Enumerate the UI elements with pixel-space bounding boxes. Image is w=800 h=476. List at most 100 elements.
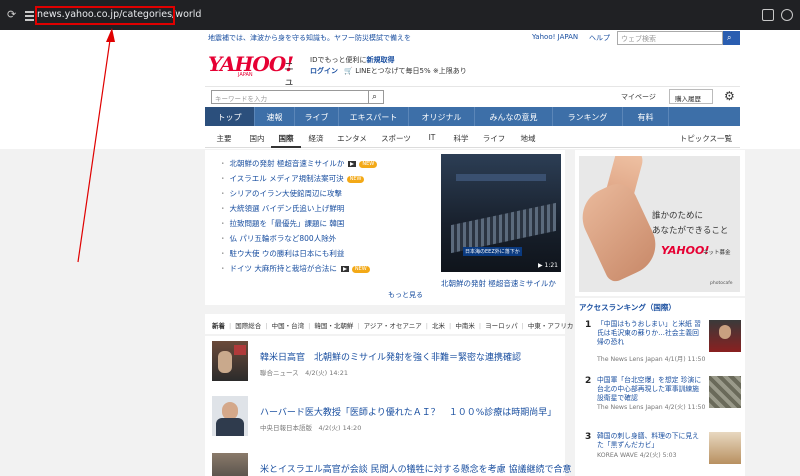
- cat-world-general[interactable]: 国際総合: [235, 322, 261, 330]
- headline-item[interactable]: ・北朝鮮の発射 極超音速ミサイルか NEW: [219, 156, 444, 171]
- login-link[interactable]: ログイン: [310, 67, 338, 75]
- headline-item[interactable]: ・シリアのイラン大使館周辺に攻撃: [219, 186, 444, 201]
- logo-japan: JAPAN: [238, 72, 253, 78]
- main-nav-ranking[interactable]: ランキング: [553, 107, 623, 126]
- ranking-text[interactable]: 中国軍「台北空爆」を想定 珍演に台北の中心部再現した軍事訓練施設衛星で確認: [597, 376, 705, 403]
- article-item[interactable]: 米とイスラエル高官が会談 民間人の犠牲に対する懸念を考慮 協議継続で合意: [212, 448, 571, 476]
- sub-nav-sports[interactable]: スポーツ: [373, 128, 419, 148]
- article-thumbnail: [212, 453, 248, 476]
- browser-toolbar: ⟳ news.yahoo.co.jp/categories/world: [0, 0, 800, 30]
- ranking-text[interactable]: 「中国はもうおしまい」と米紙 習氏は毛沢東の蘇りか…社会主義回帰の恐れ: [597, 320, 705, 347]
- ranking-item[interactable]: 3 韓国の刺し身膳、料理の下に見えた「黒ずんだカビ」 KOREA WAVE 4/…: [579, 428, 743, 476]
- line-promo-text[interactable]: LINEとつなげて毎日5% ※上限あり: [355, 67, 467, 75]
- article-item[interactable]: ハーバード医大教授「医師より優れたＡＩ？ １００%診療は時期尚早」 中央日報日本…: [212, 391, 562, 441]
- headline-item[interactable]: ・駐ウ大使 ウの勝利は日本にも利益: [219, 246, 444, 261]
- id-promo: IDでもっと便利に新規取得: [310, 55, 394, 65]
- sub-nav-region[interactable]: 地域: [511, 128, 545, 148]
- article-item[interactable]: 韓米日高官 北朝鮮のミサイル発射を強く非難＝緊密な連携確認 聯合ニュース 4/2…: [212, 336, 562, 386]
- keyword-search-row: キーワードを入力 ⌕ マイページ 購入履歴 ⚙: [205, 86, 740, 106]
- feature-video-thumbnail[interactable]: 日本海のEEZ外に落下か ▶ 1:21: [441, 154, 561, 272]
- sub-nav-domestic[interactable]: 国内: [243, 128, 271, 148]
- web-search-button[interactable]: ⌕: [723, 31, 740, 45]
- article-title[interactable]: 米とイスラエル高官が会談 民間人の犠牲に対する懸念を考慮 協議継続で合意: [260, 462, 571, 475]
- yahoo-japan-link[interactable]: Yahoo! JAPAN: [532, 33, 578, 41]
- main-nav-paid[interactable]: 有料: [623, 107, 669, 126]
- id-promo-text: IDでもっと便利に: [310, 56, 367, 64]
- cat-middle-east-africa[interactable]: 中東・アフリカ: [528, 322, 574, 330]
- article-list: 韓米日高官 北朝鮮のミサイル発射を強く非難＝緊密な連携確認 聯合ニュース 4/2…: [205, 336, 571, 476]
- extension-icon[interactable]: [762, 9, 774, 21]
- ranking-thumbnail: [709, 376, 741, 408]
- article-title[interactable]: ハーバード医大教授「医師より優れたＡＩ？ １００%診療は時期尚早」: [260, 405, 556, 418]
- keyword-search-input[interactable]: キーワードを入力: [211, 90, 369, 104]
- sub-nav-it[interactable]: IT: [419, 128, 445, 148]
- login-promo: ログイン 🛒 LINEとつなげて毎日5% ※上限あり: [310, 66, 467, 76]
- article-thumbnail: [212, 396, 248, 436]
- cat-asia-oceania[interactable]: アジア・オセアニア: [364, 322, 422, 330]
- sub-nav-science[interactable]: 科学: [445, 128, 477, 148]
- cat-korea[interactable]: 韓国・北朝鮮: [314, 322, 353, 330]
- headline-list: ・北朝鮮の発射 極超音速ミサイルか NEW ・イスラエル メディア規制法案可決 NE…: [219, 156, 444, 276]
- cat-latin-america[interactable]: 中南米: [455, 322, 475, 330]
- main-nav-original[interactable]: オリジナル: [409, 107, 475, 126]
- feature-title-link[interactable]: 北朝鮮の発射 極超音速ミサイルか: [441, 278, 556, 289]
- ranking-number: 2: [585, 376, 592, 386]
- main-nav-top[interactable]: トップ: [205, 107, 255, 126]
- header-top-strip: 地震補では、津波から身を守る知識も。ヤフー防災模試で備えを Yahoo! JAP…: [205, 31, 740, 45]
- sub-nav-entertainment[interactable]: エンタメ: [331, 128, 373, 148]
- headline-item[interactable]: ・大統領選 バイデン氏追い上げ鮮明: [219, 201, 444, 216]
- video-icon: [348, 161, 357, 167]
- main-nav-breaking[interactable]: 速報: [255, 107, 295, 126]
- ad-bokin-label: ネット募金: [703, 250, 731, 256]
- signup-link[interactable]: 新規取得: [366, 56, 394, 64]
- cat-new[interactable]: 新着: [212, 322, 225, 330]
- ad-line-2: あなたができること: [652, 226, 729, 236]
- ranking-item[interactable]: 1 「中国はもうおしまい」と米紙 習氏は毛沢東の蘇りか…社会主義回帰の恐れ Th…: [579, 316, 743, 368]
- sub-nav-life[interactable]: ライフ: [477, 128, 511, 148]
- headline-item[interactable]: ・仏 パリ五輪ボラなど800人除外: [219, 231, 444, 246]
- access-ranking: アクセスランキング（国際） 1 「中国はもうおしまい」と米紙 習氏は毛沢東の蘇り…: [575, 298, 745, 476]
- main-nav-expert[interactable]: エキスパート: [339, 107, 409, 126]
- keyword-search-button[interactable]: ⌕: [369, 90, 384, 104]
- video-icon: [340, 266, 349, 272]
- sub-nav-world[interactable]: 国際: [271, 128, 301, 148]
- headline-item[interactable]: ・拉致問題を「最優先」課題に 韓国: [219, 216, 444, 231]
- ad-panel: 誰かのために あなたができること YAHOO! ネット募金 photocafe: [575, 150, 745, 296]
- topics-headlines: ・北朝鮮の発射 極超音速ミサイルか NEW ・イスラエル メディア規制法案可決 NE…: [205, 150, 565, 305]
- ranking-number: 1: [585, 320, 592, 330]
- article-meta: 聯合ニュース 4/2(火) 14:21: [260, 369, 349, 377]
- headline-item[interactable]: ・ドイツ 大麻所持と栽培が合法に NEW: [219, 261, 444, 276]
- purchase-history-button[interactable]: 購入履歴: [669, 89, 713, 104]
- more-link[interactable]: もっと見る: [388, 290, 423, 300]
- ranking-text[interactable]: 韓国の刺し身膳、料理の下に見えた「黒ずんだカビ」: [597, 432, 705, 450]
- ranking-item[interactable]: 2 中国軍「台北空爆」を想定 珍演に台北の中心部再現した軍事訓練施設衛星で確認 …: [579, 372, 743, 424]
- ranking-meta: KOREA WAVE 4/2(火) 5:03: [597, 452, 677, 459]
- cat-north-america[interactable]: 北米: [432, 322, 445, 330]
- sub-nav-economy[interactable]: 経済: [301, 128, 331, 148]
- donation-ad-banner[interactable]: 誰かのために あなたができること YAHOO! ネット募金 photocafe: [579, 156, 740, 292]
- help-link[interactable]: ヘルプ: [589, 33, 610, 43]
- category-nav: 新着 | 国際総合 | 中国・台湾 | 韓国・北朝鮮 | アジア・オセアニア | 北米 | …: [205, 314, 573, 334]
- main-nav-opinion[interactable]: みんなの意見: [475, 107, 553, 126]
- topics-list-link[interactable]: トピックス一覧: [680, 133, 732, 144]
- ad-line-1: 誰かのために: [652, 211, 704, 221]
- sub-nav-main[interactable]: 主要: [205, 128, 243, 148]
- cart-icon: 🛒: [344, 67, 353, 75]
- main-nav-live[interactable]: ライブ: [295, 107, 339, 126]
- gear-icon[interactable]: ⚙: [724, 89, 736, 103]
- ranking-number: 3: [585, 432, 592, 442]
- sub-nav: 主要 国内 国際 経済 エンタメ スポーツ IT 科学 ライフ 地域 トピックス…: [205, 128, 740, 148]
- reload-icon[interactable]: ⟳: [7, 9, 19, 21]
- mypage-link[interactable]: マイページ: [621, 92, 656, 102]
- ranking-meta: The News Lens Japan 4/1(月) 11:50: [597, 356, 706, 363]
- ranking-thumbnail: [709, 320, 741, 352]
- disaster-notice-link[interactable]: 地震補では、津波から身を守る知識も。ヤフー防災模試で備えを: [208, 33, 411, 43]
- ranking-meta: The News Lens Japan 4/2(火) 11:50: [597, 404, 706, 411]
- profile-icon[interactable]: [781, 9, 793, 21]
- yahoo-news-logo[interactable]: YAHOO! JAPAN ニュース: [208, 52, 294, 118]
- web-search-input[interactable]: ウェブ検索: [617, 31, 723, 45]
- cat-china-taiwan[interactable]: 中国・台湾: [272, 322, 305, 330]
- headline-item[interactable]: ・イスラエル メディア規制法案可決 NEW: [219, 171, 444, 186]
- cat-europe[interactable]: ヨーロッパ: [485, 322, 518, 330]
- article-title[interactable]: 韓米日高官 北朝鮮のミサイル発射を強く非難＝緊密な連携確認: [260, 350, 521, 363]
